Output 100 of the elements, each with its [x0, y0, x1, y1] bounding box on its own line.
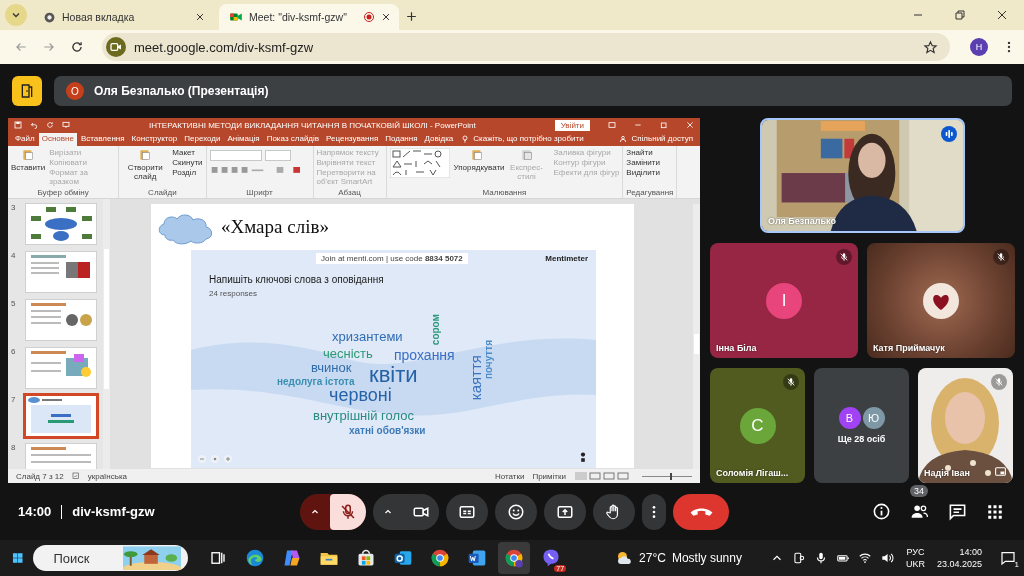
close-icon[interactable]	[195, 12, 205, 22]
end-call-button[interactable]	[673, 493, 729, 530]
close-icon[interactable]	[996, 9, 1008, 21]
notes-button[interactable]: Нотатки	[494, 471, 525, 481]
save-icon[interactable]	[14, 121, 22, 129]
ribbon-button[interactable]: Знайти	[626, 148, 660, 157]
participant-name: Інна Біла	[716, 343, 757, 353]
taskbar-app-button[interactable]	[498, 542, 531, 574]
browser-icon	[504, 548, 525, 568]
ribbon-tab[interactable]: Анімація	[224, 133, 263, 146]
search-field[interactable]: Поиск	[51, 549, 116, 567]
slideshow-icon[interactable]	[62, 121, 70, 129]
cloud-word: хризантеми	[332, 330, 403, 343]
ribbon-group-label: Шрифт	[245, 188, 274, 198]
close-icon[interactable]	[381, 12, 391, 22]
apps-grid-icon	[986, 502, 1004, 521]
spellcheck-icon[interactable]	[71, 472, 80, 480]
picture-in-picture-icon[interactable]	[994, 465, 1007, 478]
start-icon[interactable]	[12, 550, 24, 566]
weather-condition: Mostly sunny	[671, 551, 742, 565]
camera-icon[interactable]	[791, 551, 806, 565]
participant-avatar: Ю	[862, 407, 885, 429]
mail-app-icon	[393, 548, 414, 568]
comments-button[interactable]: Примітки	[532, 471, 566, 481]
person-icon	[580, 452, 586, 462]
tell-me-field[interactable]: Скажіть, що потрібно зробити	[470, 133, 587, 146]
ribbon-tab[interactable]: Конструктор	[128, 133, 181, 146]
ribbon-options-icon[interactable]	[608, 121, 616, 129]
shapes-gallery[interactable]	[389, 148, 450, 178]
wifi-icon[interactable]	[857, 551, 872, 565]
language-label[interactable]: українська	[87, 471, 128, 481]
people-icon	[909, 502, 929, 521]
browser-tab[interactable]: Новая вкладка	[33, 4, 213, 30]
ribbon-tab[interactable]: Файл	[12, 133, 38, 146]
ribbon-button[interactable]: Виділити	[626, 168, 660, 177]
redo-icon[interactable]	[46, 121, 54, 129]
participant-name: Катя Приймачук	[873, 343, 945, 353]
ribbon-tab[interactable]: Переходи	[181, 133, 224, 146]
ribbon-tab[interactable]: Довідка	[421, 133, 457, 146]
sign-in-button[interactable]: Увійти	[554, 119, 590, 131]
ribbon-button[interactable]: Скинути	[172, 158, 203, 167]
slide-number: 5	[11, 299, 17, 308]
more-participants-tile[interactable]: В Ю Ще 28 осіб	[814, 368, 909, 483]
ribbon-group-label: Слайди	[147, 188, 178, 198]
ribbon-button[interactable]: Замінити	[626, 158, 660, 167]
address-bar[interactable]: meet.google.com/div-ksmf-gzw	[102, 33, 950, 61]
bookmark-star-icon[interactable]	[923, 39, 938, 55]
present-button[interactable]	[544, 493, 586, 530]
slide-thumbnail[interactable]	[25, 395, 97, 437]
back-icon[interactable]	[14, 40, 28, 54]
task-view-icon	[209, 549, 228, 567]
shopping-bag-icon	[356, 548, 377, 568]
leave-presentation-button[interactable]	[12, 76, 42, 106]
partly-sunny-icon	[615, 549, 634, 567]
ribbon-tab[interactable]: Рецензування	[323, 133, 382, 146]
undo-icon[interactable]	[30, 121, 38, 129]
ribbon-tab[interactable]: Подання	[382, 133, 421, 146]
ribbon-group-label: Редагування	[626, 188, 674, 198]
slide-number: 8	[11, 443, 17, 452]
browser-tab[interactable]: Meet: "div-ksmf-gzw"	[219, 4, 399, 30]
zoom-slider-thumb[interactable]	[669, 472, 672, 480]
microphone-button[interactable]	[330, 493, 366, 530]
scrollbar[interactable]	[103, 199, 110, 469]
muted-mic-icon	[339, 502, 357, 521]
scrollbar[interactable]	[693, 204, 700, 469]
cloud-word: внутрішній голос	[313, 409, 414, 422]
cloud-word: прохання	[394, 348, 455, 362]
profile-avatar[interactable]: H	[970, 38, 988, 56]
ribbon-group-label: Малювання	[481, 188, 528, 198]
meeting-time: 14:00	[18, 504, 52, 519]
restore-icon[interactable]	[954, 9, 966, 21]
captions-button[interactable]	[446, 493, 488, 530]
share-button[interactable]: Спільний доступ	[628, 133, 696, 146]
new-tab-icon[interactable]	[405, 10, 418, 23]
reload-icon[interactable]	[70, 40, 84, 54]
raise-hand-button[interactable]	[593, 493, 635, 530]
question-title: Напишіть ключові слова з оповідання	[209, 274, 384, 285]
font-size-field[interactable]	[264, 150, 291, 161]
brand-label: Mentimeter	[545, 254, 588, 263]
document-app-icon	[467, 548, 488, 568]
cloud-word: почуття	[484, 340, 494, 380]
volume-icon[interactable]	[879, 551, 894, 565]
participant-count-badge: 34	[910, 484, 928, 497]
meeting-code: div-ksmf-gzw	[72, 504, 155, 519]
ribbon-tab[interactable]: Показ слайдів	[263, 133, 323, 146]
ribbon-button[interactable]: Макет	[172, 148, 203, 157]
font-name-field[interactable]	[209, 150, 262, 161]
ribbon-button[interactable]: Вставити	[11, 148, 46, 172]
clock[interactable]: 14:00 23.04.2025	[936, 546, 982, 570]
slide-number: 7	[11, 395, 17, 404]
more-options-button[interactable]	[642, 493, 666, 530]
ribbon-button[interactable]: Створити слайд	[122, 148, 169, 181]
search-field[interactable]: Поиск	[33, 545, 189, 571]
language-indicator[interactable]: РУС UKR	[905, 546, 925, 570]
ribbon-tab[interactable]: Вставлення	[77, 133, 128, 146]
reactions-button[interactable]	[495, 493, 537, 530]
site-icon	[106, 37, 126, 57]
ribbon-button[interactable]: Розділ	[172, 168, 203, 177]
ribbon-tab[interactable]: Основне	[38, 133, 77, 146]
tab-search-button[interactable]	[5, 4, 27, 26]
